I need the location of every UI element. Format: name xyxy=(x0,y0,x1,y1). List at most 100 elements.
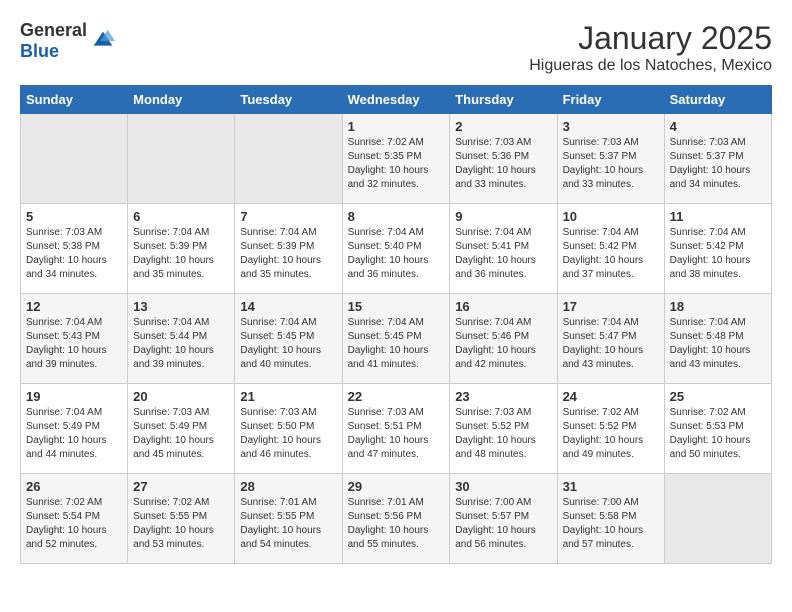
calendar-cell: 25 Sunrise: 7:02 AMSunset: 5:53 PMDayligh… xyxy=(664,384,771,474)
calendar-cell: 23 Sunrise: 7:03 AMSunset: 5:52 PMDayligh… xyxy=(450,384,557,474)
day-number: 25 xyxy=(670,389,766,404)
day-info: Sunrise: 7:01 AMSunset: 5:56 PMDaylight:… xyxy=(348,496,445,552)
day-number: 1 xyxy=(348,119,445,134)
calendar-cell: 26Sunrise: 7:02 AMSunset: 5:54 PMDayligh… xyxy=(21,474,128,564)
calendar-cell: 16 Sunrise: 7:04 AMSunset: 5:46 PMDayligh… xyxy=(450,294,557,384)
calendar-cell: 2Sunrise: 7:03 AMSunset: 5:36 PMDaylight… xyxy=(450,114,557,204)
calendar-cell: 5 Sunrise: 7:03 AMSunset: 5:38 PMDaylight… xyxy=(21,204,128,294)
logo-text: General Blue xyxy=(20,20,87,62)
title-block: January 2025 Higueras de los Natoches, M… xyxy=(529,20,772,75)
day-number: 10 xyxy=(563,209,659,224)
month-title: January 2025 xyxy=(529,20,772,57)
day-number: 19 xyxy=(26,389,122,404)
day-number: 12 xyxy=(26,299,122,314)
calendar-header: SundayMondayTuesdayWednesdayThursdayFrid… xyxy=(21,86,772,114)
day-info: Sunrise: 7:03 AMSunset: 5:52 PMDaylight:… xyxy=(455,406,551,462)
day-info: Sunrise: 7:04 AMSunset: 5:49 PMDaylight:… xyxy=(26,406,122,462)
calendar-cell: 22Sunrise: 7:03 AMSunset: 5:51 PMDayligh… xyxy=(342,384,450,474)
logo-icon xyxy=(89,27,117,55)
day-number: 9 xyxy=(455,209,551,224)
calendar-cell: 10 Sunrise: 7:04 AMSunset: 5:42 PMDayligh… xyxy=(557,204,664,294)
weekday-header-monday: Monday xyxy=(128,86,235,114)
logo: General Blue xyxy=(20,20,117,62)
calendar-week-row: 5 Sunrise: 7:03 AMSunset: 5:38 PMDaylight… xyxy=(21,204,772,294)
calendar-cell: 9 Sunrise: 7:04 AMSunset: 5:41 PMDaylight… xyxy=(450,204,557,294)
day-info: Sunrise: 7:00 AMSunset: 5:58 PMDaylight:… xyxy=(563,496,659,552)
day-number: 18 xyxy=(670,299,766,314)
day-number: 13 xyxy=(133,299,229,314)
calendar-cell: 28 Sunrise: 7:01 AMSunset: 5:55 PMDayligh… xyxy=(235,474,342,564)
page-header: General Blue January 2025 Higueras de lo… xyxy=(20,20,772,75)
calendar-cell: 20Sunrise: 7:03 AMSunset: 5:49 PMDayligh… xyxy=(128,384,235,474)
calendar-week-row: 1 Sunrise: 7:02 AMSunset: 5:35 PMDaylight… xyxy=(21,114,772,204)
day-info: Sunrise: 7:02 AMSunset: 5:53 PMDaylight:… xyxy=(670,406,766,462)
calendar-week-row: 26Sunrise: 7:02 AMSunset: 5:54 PMDayligh… xyxy=(21,474,772,564)
day-info: Sunrise: 7:03 AMSunset: 5:37 PMDaylight:… xyxy=(563,136,659,192)
day-info: Sunrise: 7:04 AMSunset: 5:46 PMDaylight:… xyxy=(455,316,551,372)
day-info: Sunrise: 7:04 AMSunset: 5:39 PMDaylight:… xyxy=(240,226,336,282)
weekday-header-thursday: Thursday xyxy=(450,86,557,114)
day-number: 17 xyxy=(563,299,659,314)
calendar-cell xyxy=(235,114,342,204)
weekday-header-tuesday: Tuesday xyxy=(235,86,342,114)
day-info: Sunrise: 7:03 AMSunset: 5:49 PMDaylight:… xyxy=(133,406,229,462)
calendar-cell: 18Sunrise: 7:04 AMSunset: 5:48 PMDayligh… xyxy=(664,294,771,384)
calendar-cell: 15Sunrise: 7:04 AMSunset: 5:45 PMDayligh… xyxy=(342,294,450,384)
day-info: Sunrise: 7:04 AMSunset: 5:42 PMDaylight:… xyxy=(670,226,766,282)
weekday-header-saturday: Saturday xyxy=(664,86,771,114)
day-info: Sunrise: 7:04 AMSunset: 5:44 PMDaylight:… xyxy=(133,316,229,372)
day-info: Sunrise: 7:02 AMSunset: 5:52 PMDaylight:… xyxy=(563,406,659,462)
calendar-cell xyxy=(21,114,128,204)
calendar-cell: 8Sunrise: 7:04 AMSunset: 5:40 PMDaylight… xyxy=(342,204,450,294)
weekday-header-wednesday: Wednesday xyxy=(342,86,450,114)
calendar-cell: 1 Sunrise: 7:02 AMSunset: 5:35 PMDaylight… xyxy=(342,114,450,204)
day-number: 5 xyxy=(26,209,122,224)
logo-general: General xyxy=(20,20,87,40)
day-number: 27 xyxy=(133,479,229,494)
calendar-cell: 14Sunrise: 7:04 AMSunset: 5:45 PMDayligh… xyxy=(235,294,342,384)
calendar-cell: 12 Sunrise: 7:04 AMSunset: 5:43 PMDayligh… xyxy=(21,294,128,384)
location-subtitle: Higueras de los Natoches, Mexico xyxy=(529,57,772,75)
day-number: 3 xyxy=(563,119,659,134)
calendar-cell: 27 Sunrise: 7:02 AMSunset: 5:55 PMDayligh… xyxy=(128,474,235,564)
day-number: 14 xyxy=(240,299,336,314)
day-info: Sunrise: 7:04 AMSunset: 5:45 PMDaylight:… xyxy=(348,316,445,372)
day-info: Sunrise: 7:03 AMSunset: 5:37 PMDaylight:… xyxy=(670,136,766,192)
day-number: 31 xyxy=(563,479,659,494)
day-number: 23 xyxy=(455,389,551,404)
calendar-cell: 19 Sunrise: 7:04 AMSunset: 5:49 PMDayligh… xyxy=(21,384,128,474)
calendar-cell: 4Sunrise: 7:03 AMSunset: 5:37 PMDaylight… xyxy=(664,114,771,204)
day-number: 21 xyxy=(240,389,336,404)
calendar-body: 1 Sunrise: 7:02 AMSunset: 5:35 PMDaylight… xyxy=(21,114,772,564)
calendar-cell: 30 Sunrise: 7:00 AMSunset: 5:57 PMDayligh… xyxy=(450,474,557,564)
day-number: 26 xyxy=(26,479,122,494)
day-info: Sunrise: 7:03 AMSunset: 5:50 PMDaylight:… xyxy=(240,406,336,462)
day-info: Sunrise: 7:03 AMSunset: 5:38 PMDaylight:… xyxy=(26,226,122,282)
calendar-cell: 11 Sunrise: 7:04 AMSunset: 5:42 PMDayligh… xyxy=(664,204,771,294)
day-info: Sunrise: 7:04 AMSunset: 5:41 PMDaylight:… xyxy=(455,226,551,282)
weekday-header-sunday: Sunday xyxy=(21,86,128,114)
day-info: Sunrise: 7:04 AMSunset: 5:40 PMDaylight:… xyxy=(348,226,445,282)
calendar-cell: 24 Sunrise: 7:02 AMSunset: 5:52 PMDayligh… xyxy=(557,384,664,474)
day-number: 28 xyxy=(240,479,336,494)
calendar-cell: 7 Sunrise: 7:04 AMSunset: 5:39 PMDaylight… xyxy=(235,204,342,294)
day-number: 30 xyxy=(455,479,551,494)
calendar-table: SundayMondayTuesdayWednesdayThursdayFrid… xyxy=(20,85,772,564)
calendar-cell: 31 Sunrise: 7:00 AMSunset: 5:58 PMDayligh… xyxy=(557,474,664,564)
day-info: Sunrise: 7:02 AMSunset: 5:35 PMDaylight:… xyxy=(348,136,445,192)
day-info: Sunrise: 7:04 AMSunset: 5:42 PMDaylight:… xyxy=(563,226,659,282)
day-number: 7 xyxy=(240,209,336,224)
calendar-cell: 3 Sunrise: 7:03 AMSunset: 5:37 PMDaylight… xyxy=(557,114,664,204)
logo-blue: Blue xyxy=(20,41,59,61)
day-info: Sunrise: 7:00 AMSunset: 5:57 PMDaylight:… xyxy=(455,496,551,552)
day-info: Sunrise: 7:03 AMSunset: 5:51 PMDaylight:… xyxy=(348,406,445,462)
day-number: 11 xyxy=(670,209,766,224)
day-number: 29 xyxy=(348,479,445,494)
day-info: Sunrise: 7:04 AMSunset: 5:43 PMDaylight:… xyxy=(26,316,122,372)
day-info: Sunrise: 7:01 AMSunset: 5:55 PMDaylight:… xyxy=(240,496,336,552)
day-info: Sunrise: 7:02 AMSunset: 5:55 PMDaylight:… xyxy=(133,496,229,552)
day-number: 16 xyxy=(455,299,551,314)
day-number: 24 xyxy=(563,389,659,404)
day-info: Sunrise: 7:03 AMSunset: 5:36 PMDaylight:… xyxy=(455,136,551,192)
calendar-week-row: 19 Sunrise: 7:04 AMSunset: 5:49 PMDayligh… xyxy=(21,384,772,474)
